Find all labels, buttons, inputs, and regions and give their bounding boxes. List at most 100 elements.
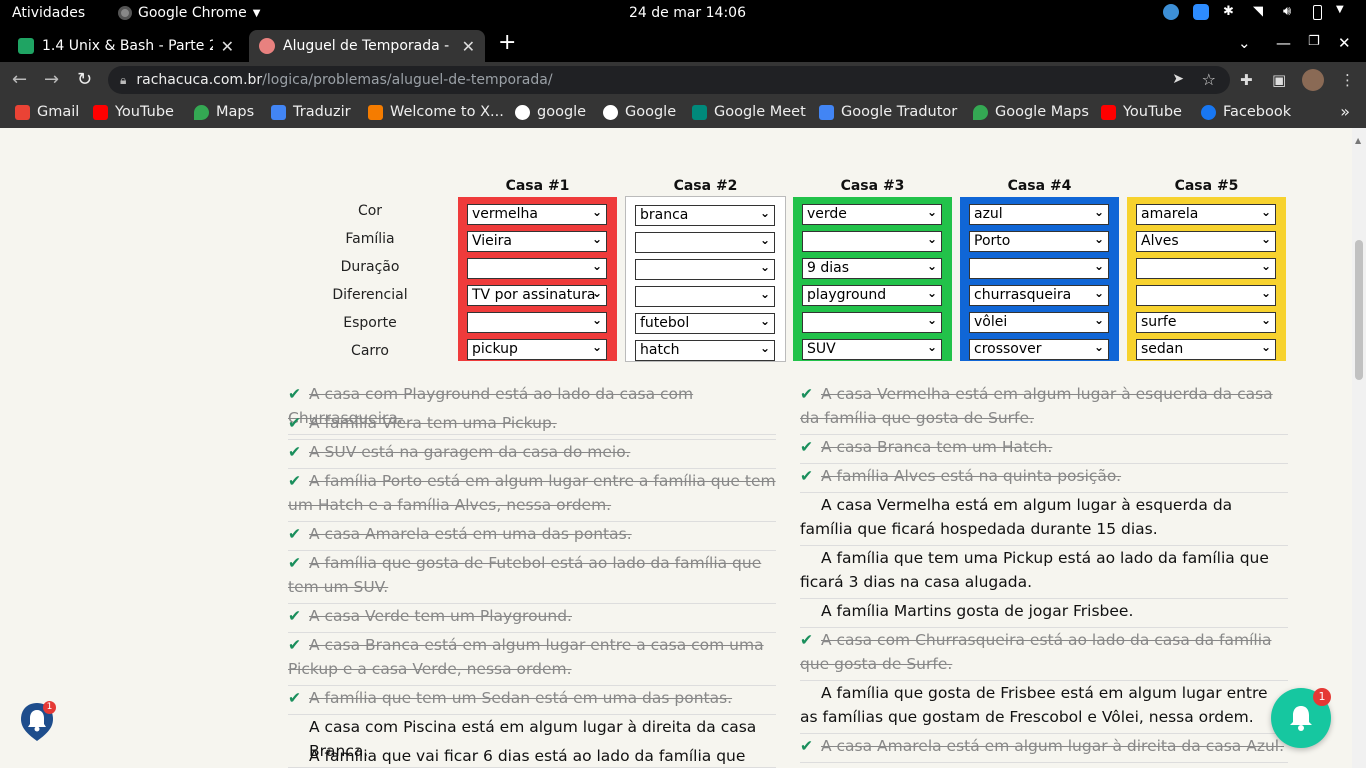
- app-menu[interactable]: Google Chrome ▼: [118, 5, 260, 21]
- browser-tray-icon[interactable]: [1163, 4, 1179, 20]
- bookmark-youtube[interactable]: YouTube: [93, 104, 174, 120]
- clue-item[interactable]: A família Martins gosta de jogar Frisbee…: [800, 599, 1288, 628]
- house-2-duracao-select[interactable]: ⌄: [635, 259, 775, 280]
- bookmark-google-meet[interactable]: Google Meet: [692, 104, 806, 120]
- tab-search-icon[interactable]: ⌄: [1238, 34, 1251, 52]
- bookmark-maps[interactable]: Maps: [194, 104, 254, 120]
- tab-aluguel-temporada[interactable]: Aluguel de Temporada - R ✕: [249, 30, 485, 62]
- bookmark-traduzir[interactable]: Traduzir: [271, 104, 351, 120]
- house-5-familia-select[interactable]: Alves ⌄: [1136, 231, 1276, 252]
- house-2-diferencial-select[interactable]: ⌄: [635, 286, 775, 307]
- clue-item[interactable]: ✔ A família Porto está em algum lugar ent…: [288, 469, 776, 522]
- close-icon[interactable]: ✕: [221, 37, 234, 56]
- minimize-icon[interactable]: —: [1276, 34, 1291, 52]
- house-2-cor-select[interactable]: branca ⌄: [635, 205, 775, 226]
- house-2-familia-select[interactable]: ⌄: [635, 232, 775, 253]
- house-5-carro-select[interactable]: sedan ⌄: [1136, 339, 1276, 360]
- clue-item[interactable]: A família que vai ficar 6 dias está ao l…: [288, 744, 776, 768]
- house-3-diferencial-select[interactable]: playground ⌄: [802, 285, 942, 306]
- tab-unix-bash[interactable]: 1.4 Unix & Bash - Parte 2 ✕: [8, 30, 244, 62]
- kebab-menu-icon[interactable]: ⋮: [1340, 71, 1355, 89]
- clue-item[interactable]: A família que gosta de Frisbee está em a…: [800, 681, 1288, 734]
- chevron-down-icon[interactable]: ▼: [1336, 4, 1352, 20]
- clue-item[interactable]: A casa Vermelha está em algum lugar à es…: [800, 493, 1288, 546]
- bookmark-google-tradutor[interactable]: Google Tradutor: [819, 104, 957, 120]
- close-icon[interactable]: ✕: [462, 37, 475, 56]
- wifi-icon[interactable]: ◥: [1253, 4, 1269, 20]
- clue-item[interactable]: ✔ A casa Vermelha está em algum lugar à e…: [800, 382, 1288, 435]
- restore-icon[interactable]: ❐: [1308, 34, 1320, 49]
- clue-item[interactable]: ✔ A família Alves está na quinta posição.: [800, 464, 1288, 493]
- clue-item[interactable]: ✔ A casa Branca está em algum lugar entre…: [288, 633, 776, 686]
- house-3-familia-select[interactable]: ⌄: [802, 231, 942, 252]
- clue-item[interactable]: ✔ A casa com Churrasqueira está ao lado d…: [800, 628, 1288, 681]
- bookmark-google[interactable]: Google: [603, 104, 676, 120]
- chevron-down-icon: ⌄: [759, 233, 770, 247]
- activities-button[interactable]: Atividades: [12, 5, 85, 21]
- clue-item[interactable]: A família que tem uma Pickup está ao lad…: [800, 546, 1288, 599]
- house-1-esporte-select[interactable]: ⌄: [467, 312, 607, 333]
- house-3-duracao-select[interactable]: 9 dias ⌄: [802, 258, 942, 279]
- house-4-cor-select[interactable]: azul ⌄: [969, 204, 1109, 225]
- page-scrollbar[interactable]: ▲: [1352, 128, 1366, 768]
- chevron-down-icon: ⌄: [1093, 313, 1104, 327]
- lock-icon[interactable]: 🔒︎: [120, 73, 126, 88]
- house-4-diferencial-select[interactable]: churrasqueira ⌄: [969, 285, 1109, 306]
- house-2-carro-select[interactable]: hatch ⌄: [635, 340, 775, 361]
- clue-item[interactable]: ✔ A família Viera tem uma Pickup.: [288, 411, 776, 440]
- house-5-diferencial-select[interactable]: ⌄: [1136, 285, 1276, 306]
- notification-bell-left[interactable]: 1: [19, 701, 56, 743]
- clue-item[interactable]: ✔ A casa Branca tem um Hatch.: [800, 435, 1288, 464]
- bookmark-google-lower[interactable]: google: [515, 104, 586, 120]
- send-tab-icon[interactable]: ➤: [1172, 71, 1184, 87]
- house-2-esporte-select[interactable]: futebol ⌄: [635, 313, 775, 334]
- house-1-duracao-select[interactable]: ⌄: [467, 258, 607, 279]
- bookmark-youtube-2[interactable]: YouTube: [1101, 104, 1182, 120]
- house-3-cor-select[interactable]: verde ⌄: [802, 204, 942, 225]
- notification-bell-right[interactable]: 1: [1271, 688, 1331, 748]
- house-1-diferencial-select[interactable]: TV por assinatura ⌄: [467, 285, 607, 306]
- window-close-icon[interactable]: ✕: [1338, 34, 1351, 52]
- house-4-familia-select[interactable]: Porto ⌄: [969, 231, 1109, 252]
- house-5-cor-select[interactable]: amarela ⌄: [1136, 204, 1276, 225]
- chevron-down-icon: ⌄: [759, 206, 770, 220]
- bookmark-gmail[interactable]: Gmail: [15, 104, 79, 120]
- house-1-familia-select[interactable]: Vieira ⌄: [467, 231, 607, 252]
- clue-item[interactable]: ✔ A casa Amarela está em uma das pontas.: [288, 522, 776, 551]
- bookmark-google-maps[interactable]: Google Maps: [973, 104, 1089, 120]
- scroll-up-arrow-icon[interactable]: ▲: [1355, 136, 1361, 145]
- bookmark-facebook[interactable]: Facebook: [1201, 104, 1291, 120]
- clock[interactable]: 24 de mar 14:06: [629, 5, 746, 21]
- house-4-duracao-select[interactable]: ⌄: [969, 258, 1109, 279]
- house-4-esporte-select[interactable]: vôlei ⌄: [969, 312, 1109, 333]
- clue-item[interactable]: ✔ A família que tem um Sedan está em uma …: [288, 686, 776, 715]
- extensions-puzzle-icon[interactable]: ✚: [1240, 71, 1253, 89]
- slack-icon[interactable]: ✱: [1223, 4, 1239, 20]
- forward-arrow-icon[interactable]: →: [44, 69, 59, 90]
- profile-avatar[interactable]: [1302, 69, 1324, 91]
- bookmark-welcome[interactable]: Welcome to X...: [368, 104, 504, 120]
- more-bookmarks-icon[interactable]: »: [1340, 102, 1350, 121]
- reload-icon[interactable]: ↻: [77, 69, 92, 90]
- system-tray[interactable]: ✱ ◥ 🔊︎ ▼: [1163, 4, 1352, 20]
- zoom-icon[interactable]: [1193, 4, 1209, 20]
- clue-item[interactable]: ✔ A casa Amarela está em algum lugar à di…: [800, 734, 1288, 763]
- house-4-carro-select[interactable]: crossover ⌄: [969, 339, 1109, 360]
- battery-icon[interactable]: [1313, 4, 1322, 20]
- house-3-esporte-select[interactable]: ⌄: [802, 312, 942, 333]
- house-1-cor-select[interactable]: vermelha ⌄: [467, 204, 607, 225]
- address-bar[interactable]: 🔒︎ rachacuca.com.br/logica/problemas/alu…: [108, 66, 1230, 94]
- side-panel-icon[interactable]: ▣: [1272, 71, 1286, 89]
- back-arrow-icon[interactable]: ←: [12, 69, 27, 90]
- clue-item[interactable]: ✔ A casa Verde tem um Playground.: [288, 604, 776, 633]
- house-3-carro-select[interactable]: SUV ⌄: [802, 339, 942, 360]
- house-5-duracao-select[interactable]: ⌄: [1136, 258, 1276, 279]
- house-5-esporte-select[interactable]: surfe ⌄: [1136, 312, 1276, 333]
- clue-item[interactable]: ✔ A SUV está na garagem da casa do meio.: [288, 440, 776, 469]
- bookmark-star-icon[interactable]: ☆: [1202, 70, 1216, 89]
- new-tab-button[interactable]: +: [498, 32, 516, 54]
- house-1-carro-select[interactable]: pickup ⌄: [467, 339, 607, 360]
- volume-icon[interactable]: 🔊︎: [1283, 4, 1299, 20]
- scrollbar-thumb[interactable]: [1355, 240, 1363, 380]
- clue-item[interactable]: ✔ A família que gosta de Futebol está ao …: [288, 551, 776, 604]
